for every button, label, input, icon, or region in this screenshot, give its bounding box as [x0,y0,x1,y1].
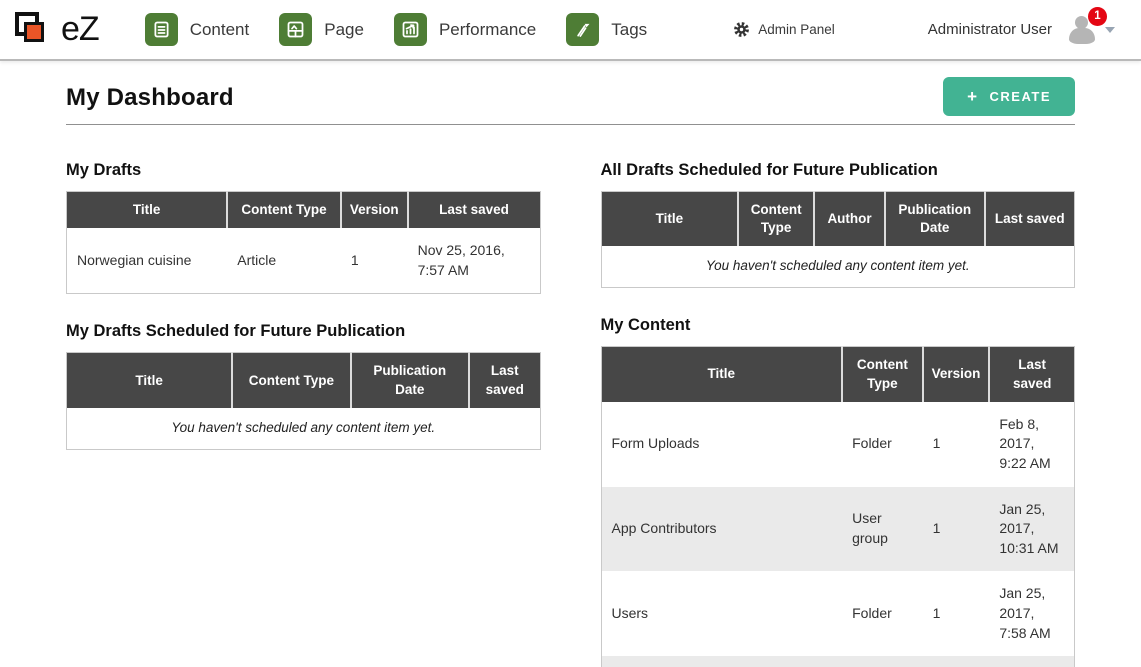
table-cell: Jan 25, 2017, 10:31 AM [989,487,1074,572]
nav-label: Page [324,20,364,40]
table-header-row: TitleContent TypeVersionLast saved [601,347,1075,402]
table-cell: Folder [842,656,922,667]
avatar: 1 [1066,14,1098,46]
create-button-label: CREATE [990,89,1051,104]
content-icon [145,13,178,46]
section-heading: My Drafts Scheduled for Future Publicati… [66,322,541,341]
column-header: Content Type [227,192,341,229]
table-cell: Feb 8, 2017, 9:22 AM [989,402,1074,487]
my-drafts-table: TitleContent TypeVersionLast savedNorweg… [66,191,541,294]
logo-orange-square [24,22,44,42]
table-cell: Jan 25, 2017, 7:58 AM [989,571,1074,656]
table-cell: User group [842,487,922,572]
table-header-row: TitleContent TypeVersionLast saved [67,192,541,229]
column-header: Publication Date [885,192,984,247]
table-cell: Users [601,571,842,656]
table-cell: 1 [923,402,990,487]
nav-item-content[interactable]: Content [145,13,250,46]
table-cell: Norwegian cuisine [67,228,228,294]
logo-text: eZ [61,10,99,49]
empty-row: You haven't scheduled any content item y… [601,246,1075,287]
admin-panel-label: Admin Panel [758,22,835,37]
column-header: Author [814,192,885,247]
section-heading: My Drafts [66,161,541,180]
table-cell: Folder [842,571,922,656]
table-row[interactable]: Norwegian cuisineArticle1Nov 25, 2016, 7… [67,228,541,294]
table-cell: App [601,656,842,667]
column-header: Title [67,353,233,408]
table-header-row: TitleContent TypePublication DateLast sa… [67,353,541,408]
all-drafts-scheduled-table: TitleContent TypeAuthorPublication DateL… [601,191,1076,288]
column-header: Content Type [232,353,350,408]
column-header: Content Type [738,192,814,247]
avatar-head [1075,16,1088,29]
empty-row: You haven't scheduled any content item y… [67,408,541,449]
left-column: My Drafts TitleContent TypeVersionLast s… [66,133,541,667]
page-header: My Dashboard + CREATE [66,61,1075,125]
table-cell: Nov 25, 2016, 7:57 AM [408,228,540,294]
tags-icon [566,13,599,46]
my-content-table: TitleContent TypeVersionLast savedForm U… [601,346,1076,667]
avatar-body [1069,28,1095,44]
section-heading: All Drafts Scheduled for Future Publicat… [601,161,1076,180]
column-header: Content Type [842,347,922,402]
create-button[interactable]: + CREATE [943,77,1075,116]
column-header: Title [601,192,738,247]
main-nav: Content Page [145,13,648,46]
table-header-row: TitleContent TypeAuthorPublication DateL… [601,192,1075,247]
table-cell: Form Uploads [601,402,842,487]
column-header: Last saved [985,192,1075,247]
column-header: Version [923,347,990,402]
chevron-down-icon [1105,27,1115,33]
table-cell: 1 [923,487,990,572]
admin-panel-button[interactable]: Admin Panel [733,21,835,38]
page-icon [279,13,312,46]
ez-logo-icon [15,9,59,51]
nav-item-page[interactable]: Page [279,13,364,46]
column-header: Last saved [469,353,540,408]
my-content-section: My Content TitleContent TypeVersionLast … [601,316,1076,667]
nav-label: Content [190,20,250,40]
table-cell: 1 [341,228,408,294]
table-cell: Folder [842,402,922,487]
nav-label: Tags [611,20,647,40]
column-header: Last saved [989,347,1074,402]
section-heading: My Content [601,316,1076,335]
nav-item-tags[interactable]: Tags [566,13,647,46]
all-drafts-scheduled-section: All Drafts Scheduled for Future Publicat… [601,161,1076,288]
empty-message: You haven't scheduled any content item y… [67,408,541,449]
notification-badge: 1 [1088,7,1107,26]
plus-icon: + [967,88,978,105]
table-row[interactable]: App ContributorsUser group1Jan 25, 2017,… [601,487,1075,572]
nav-item-performance[interactable]: Performance [394,13,536,46]
performance-icon [394,13,427,46]
my-drafts-scheduled-table: TitleContent TypePublication DateLast sa… [66,352,541,449]
column-header: Title [601,347,842,402]
my-drafts-section: My Drafts TitleContent TypeVersionLast s… [66,161,541,294]
right-column: All Drafts Scheduled for Future Publicat… [601,133,1076,667]
gear-icon [733,21,750,38]
table-cell: 1 [923,656,990,667]
page-title: My Dashboard [66,84,234,112]
topbar: eZ Content Pa [0,0,1141,61]
empty-message: You haven't scheduled any content item y… [601,246,1075,287]
column-header: Last saved [408,192,540,229]
nav-label: Performance [439,20,536,40]
ez-logo[interactable]: eZ [15,9,99,51]
user-menu[interactable]: Administrator User 1 [928,14,1115,46]
table-cell: App Contributors [601,487,842,572]
table-row[interactable]: Form UploadsFolder1Feb 8, 2017, 9:22 AM [601,402,1075,487]
column-header: Version [341,192,408,229]
table-cell: 1 [923,571,990,656]
column-header: Title [67,192,228,229]
table-row[interactable]: AppFolder1Jan 25, 2017, 7:55 AM [601,656,1075,667]
column-header: Publication Date [351,353,469,408]
user-name: Administrator User [928,21,1052,38]
table-row[interactable]: UsersFolder1Jan 25, 2017, 7:58 AM [601,571,1075,656]
table-cell: Article [227,228,341,294]
dashboard-columns: My Drafts TitleContent TypeVersionLast s… [66,133,1075,667]
table-cell: Jan 25, 2017, 7:55 AM [989,656,1074,667]
my-drafts-scheduled-section: My Drafts Scheduled for Future Publicati… [66,322,541,449]
dashboard-page: My Dashboard + CREATE My Drafts TitleCon… [0,61,1141,667]
